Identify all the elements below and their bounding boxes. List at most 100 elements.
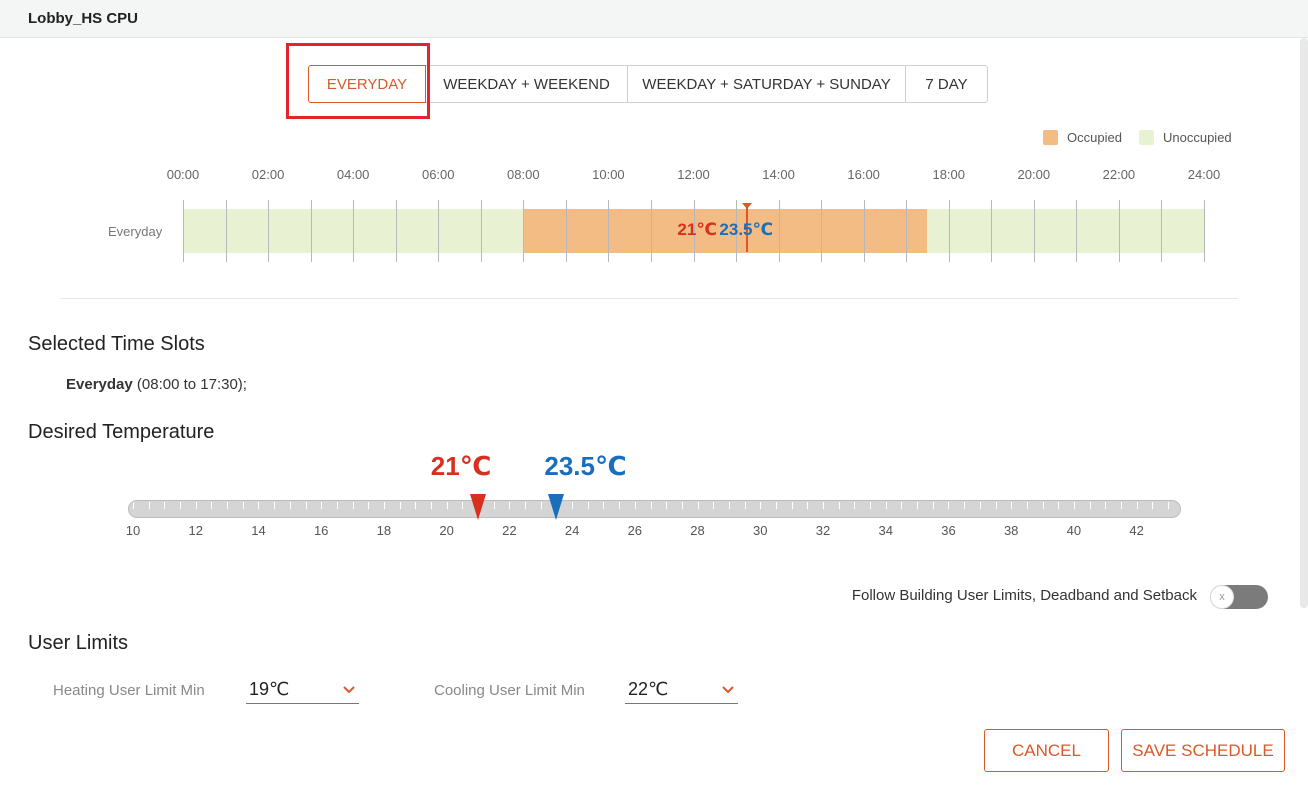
- slider-tick: [384, 502, 385, 509]
- time-label: 04:00: [336, 167, 370, 182]
- slider-tick: [776, 502, 777, 509]
- heating-user-limit-min-label: Heating User Limit Min: [53, 682, 205, 699]
- slider-tick-label: 14: [251, 523, 266, 538]
- desired-temperature-title: Desired Temperature: [28, 421, 215, 443]
- time-label: 06:00: [421, 167, 455, 182]
- slider-tick: [133, 502, 134, 509]
- slider-tick-label: 38: [1003, 523, 1019, 538]
- slider-tick: [196, 502, 197, 509]
- legend-occupied-label: Occupied: [1067, 130, 1122, 145]
- heating-setpoint-handle[interactable]: [470, 494, 486, 520]
- slider-tick-label: 28: [690, 523, 705, 538]
- time-label: 12:00: [677, 167, 710, 182]
- time-label: 10:00: [592, 167, 625, 182]
- slider-tick: [431, 502, 432, 509]
- timeline-grid-line: [566, 200, 567, 262]
- slider-tick: [1105, 502, 1106, 509]
- slider-tick: [619, 502, 620, 509]
- chevron-down-icon: [722, 686, 734, 694]
- slider-tick: [1074, 502, 1075, 509]
- slider-tick: [870, 502, 871, 509]
- toggle-off-icon: x: [1210, 585, 1234, 609]
- time-label: 08:00: [507, 167, 540, 182]
- slider-tick-label: 16: [313, 523, 329, 538]
- slider-tick: [525, 502, 526, 509]
- slider-tick: [462, 502, 463, 509]
- slider-tick: [149, 502, 150, 509]
- slider-tick-label: 42: [1129, 523, 1144, 538]
- slider-tick-label: 24: [564, 523, 580, 538]
- temperature-slider-track[interactable]: [128, 500, 1181, 518]
- slider-tick: [1027, 502, 1028, 509]
- slider-tick: [494, 502, 495, 509]
- slider-tick: [337, 502, 338, 509]
- timeline-grid-line: [481, 200, 482, 262]
- slider-tick-label: 26: [627, 523, 643, 538]
- cooling-setpoint-value: 23.5℃: [544, 451, 627, 481]
- timeline-grid-line: [438, 200, 439, 262]
- slider-tick: [666, 502, 667, 509]
- slider-tick: [807, 502, 808, 509]
- slider-tick: [651, 502, 652, 509]
- slider-tick: [258, 502, 259, 509]
- user-limits-title: User Limits: [28, 632, 129, 654]
- slider-tick: [823, 502, 824, 509]
- slider-tick-label: 22: [502, 523, 517, 538]
- slider-tick-label: 36: [941, 523, 956, 538]
- slider-tick: [901, 502, 902, 509]
- timeline-grid-line: [608, 200, 609, 262]
- legend-occupied: Occupied: [1043, 130, 1122, 145]
- slider-tick: [948, 502, 949, 509]
- tab-weekday-saturday-sunday[interactable]: WEEKDAY + SATURDAY + SUNDAY: [628, 65, 906, 103]
- slot-heat-setpoint: 21℃: [677, 220, 717, 239]
- tab-weekday-weekend[interactable]: WEEKDAY + WEEKEND: [426, 65, 628, 103]
- timeline-grid-line: [1076, 200, 1077, 262]
- chevron-down-icon: [343, 686, 355, 694]
- tab-everyday[interactable]: EVERYDAY: [308, 65, 426, 103]
- slider-tick-label: 32: [815, 523, 831, 538]
- timeline-grid-line: [353, 200, 354, 262]
- timeline-grid-line: [821, 200, 822, 262]
- slider-tick: [917, 502, 918, 509]
- save-schedule-button[interactable]: SAVE SCHEDULE: [1121, 729, 1285, 772]
- timeline-grid-line: [864, 200, 865, 262]
- slider-tick: [321, 502, 322, 509]
- slider-tick: [792, 502, 793, 509]
- slider-tick: [243, 502, 244, 509]
- time-label: 02:00: [251, 167, 285, 182]
- slider-tick: [290, 502, 291, 509]
- slider-tick: [227, 502, 228, 509]
- legend-unoccupied: Unoccupied: [1139, 130, 1232, 145]
- slider-tick: [1090, 502, 1091, 509]
- slider-tick: [180, 502, 181, 509]
- timeline-grid-line: [268, 200, 269, 262]
- slider-tick-label: 34: [878, 523, 893, 538]
- cancel-button[interactable]: CANCEL: [984, 729, 1109, 772]
- legend-occupied-swatch: [1043, 130, 1058, 145]
- slider-tick: [306, 502, 307, 509]
- slider-tick: [964, 502, 965, 509]
- cooling-setpoint-handle[interactable]: [548, 494, 565, 520]
- timeline-row-label: Everyday: [108, 224, 163, 239]
- slider-tick: [635, 502, 636, 509]
- slider-tick: [713, 502, 714, 509]
- timeline-grid-line: [523, 200, 524, 262]
- slider-tick: [588, 502, 589, 509]
- slider-tick-label: 18: [376, 523, 392, 538]
- heating-user-limit-min-select[interactable]: 19℃: [246, 676, 359, 704]
- slider-tick: [415, 502, 416, 509]
- slider-tick-label: 10: [125, 523, 141, 538]
- cooling-user-limit-min-select[interactable]: 22℃: [625, 676, 738, 704]
- timeline-grid-line: [991, 200, 992, 262]
- follow-building-limits-toggle[interactable]: x: [1210, 585, 1268, 609]
- slider-tick: [572, 502, 573, 509]
- time-label: 00:00: [166, 167, 200, 182]
- selected-time-slot-entry: Everyday (08:00 to 17:30);: [66, 376, 247, 393]
- slider-tick: [603, 502, 604, 509]
- vertical-scrollbar[interactable]: [1300, 38, 1308, 608]
- slider-tick: [274, 502, 275, 509]
- slider-tick: [698, 502, 699, 509]
- tab-7-day[interactable]: 7 DAY: [906, 65, 988, 103]
- time-label: 16:00: [847, 167, 880, 182]
- timeline-grid-line: [1119, 200, 1120, 262]
